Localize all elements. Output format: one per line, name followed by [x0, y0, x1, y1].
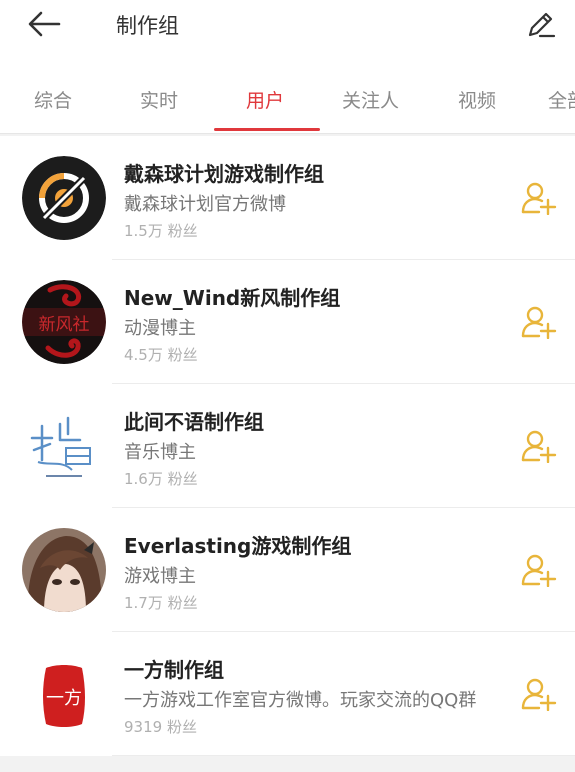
avatar[interactable] — [22, 156, 106, 240]
fans-count: 9319 粉丝 — [124, 718, 197, 736]
red-seal-logo-icon: 一方 — [22, 652, 106, 736]
user-name[interactable]: 戴森球计划游戏制作组 — [124, 158, 324, 187]
follow-button[interactable] — [517, 176, 561, 220]
user-row[interactable]: Everlasting游戏制作组 游戏博主 1.7万 粉丝 — [0, 508, 575, 632]
avatar-logo-text: 一方 — [46, 688, 82, 709]
anime-girl-avatar-icon — [22, 528, 106, 612]
user-description: 音乐博主 — [124, 442, 196, 463]
fans-count: 1.7万 粉丝 — [124, 594, 198, 612]
add-user-icon — [521, 678, 557, 711]
fans-count: 4.5万 粉丝 — [124, 346, 198, 364]
user-row[interactable]: 戴森球计划游戏制作组 戴森球计划官方微博 1.5万 粉丝 — [0, 136, 575, 260]
add-user-icon — [521, 306, 557, 339]
user-name[interactable]: New_Wind新风制作组 — [124, 282, 340, 311]
add-user-icon — [521, 430, 557, 463]
fans-count: 1.5万 粉丝 — [124, 222, 198, 240]
user-description: 动漫博主 — [124, 318, 196, 339]
user-row[interactable]: 新风社 New_Wind新风制作组 动漫博主 4.5万 粉丝 — [0, 260, 575, 384]
fans-count: 1.6万 粉丝 — [124, 470, 198, 488]
add-user-icon — [521, 182, 557, 215]
tab-all[interactable]: 综合 — [34, 86, 72, 113]
new-wind-logo-icon: 新风社 — [22, 280, 106, 364]
tab-video[interactable]: 视频 — [458, 86, 496, 113]
edit-button[interactable] — [521, 4, 561, 44]
user-list: 戴森球计划游戏制作组 戴森球计划官方微博 1.5万 粉丝 新风社 New_Win… — [0, 136, 575, 756]
user-name[interactable]: 此间不语制作组 — [124, 406, 264, 435]
tab-users[interactable]: 用户 — [246, 86, 284, 113]
follow-button[interactable] — [517, 672, 561, 716]
avatar[interactable] — [22, 404, 106, 488]
search-query[interactable]: 制作组 — [116, 10, 179, 40]
user-name[interactable]: Everlasting游戏制作组 — [124, 530, 351, 559]
avatar[interactable]: 一方 — [22, 652, 106, 736]
pencil-icon — [528, 12, 556, 38]
calligraphy-logo-icon — [22, 404, 106, 488]
back-arrow-icon — [28, 11, 61, 37]
tab-everything[interactable]: 全部 — [548, 86, 575, 113]
active-tab-indicator — [214, 128, 320, 131]
user-description: 戴森球计划官方微博 — [124, 194, 286, 215]
avatar[interactable] — [22, 528, 106, 612]
follow-button[interactable] — [517, 300, 561, 344]
top-bar: 制作组 — [0, 0, 575, 62]
dyson-sphere-logo-icon — [22, 156, 106, 240]
follow-button[interactable] — [517, 548, 561, 592]
user-name[interactable]: 一方制作组 — [124, 654, 224, 683]
tab-realtime[interactable]: 实时 — [140, 86, 178, 113]
follow-button[interactable] — [517, 424, 561, 468]
add-user-icon — [521, 554, 557, 587]
user-row[interactable]: 一方 一方制作组 一方游戏工作室官方微博。玩家交流的QQ群 9319 粉丝 — [0, 632, 575, 756]
avatar[interactable]: 新风社 — [22, 280, 106, 364]
user-description: 游戏博主 — [124, 566, 196, 587]
avatar-logo-text: 新风社 — [39, 315, 90, 335]
tab-followed[interactable]: 关注人 — [342, 86, 399, 113]
user-description: 一方游戏工作室官方微博。玩家交流的QQ群 — [124, 690, 477, 711]
back-button[interactable] — [22, 6, 66, 42]
row-divider — [112, 755, 575, 756]
tab-bar: 综合 实时 用户 关注人 视频 全部 — [0, 62, 575, 134]
user-row[interactable]: 此间不语制作组 音乐博主 1.6万 粉丝 — [0, 384, 575, 508]
